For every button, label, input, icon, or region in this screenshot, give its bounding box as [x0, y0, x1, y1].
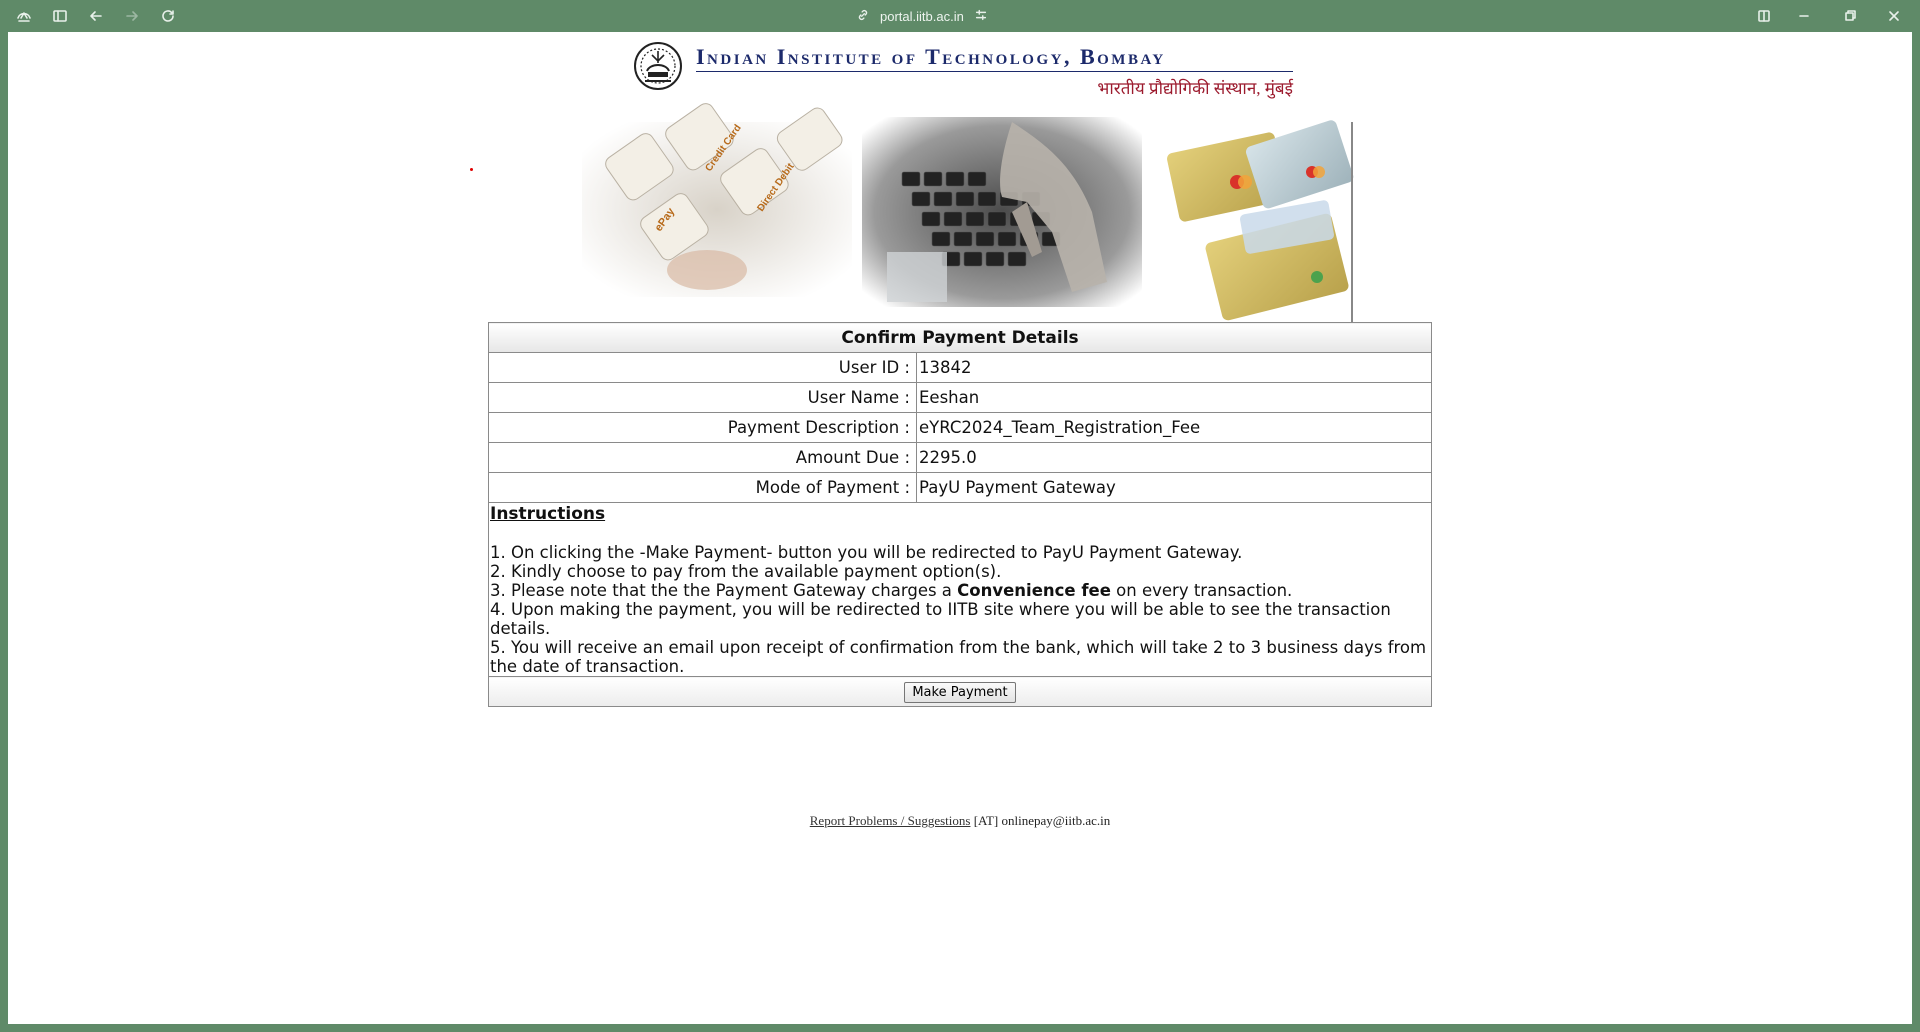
instructions-title: Instructions [490, 504, 606, 524]
table-row: Payment Description : eYRC2024_Team_Regi… [488, 412, 1432, 443]
split-view-icon[interactable] [1754, 6, 1774, 26]
row-value-mode-of-payment: PayU Payment Gateway [916, 472, 1432, 503]
forward-icon[interactable] [122, 6, 142, 26]
row-label-user-name: User Name : [488, 382, 917, 413]
instruction-line-1: 1. On clicking the -Make Payment- button… [490, 543, 1243, 562]
minimize-icon[interactable] [1794, 6, 1814, 26]
row-value-payment-description: eYRC2024_Team_Registration_Fee [916, 412, 1432, 443]
report-problems-link[interactable]: Report Problems / Suggestions [810, 813, 971, 828]
row-value-user-id: 13842 [916, 352, 1432, 383]
header-divider [696, 71, 1293, 72]
reload-icon[interactable] [158, 6, 178, 26]
row-label-mode-of-payment: Mode of Payment : [488, 472, 917, 503]
payment-title: Confirm Payment Details [488, 322, 1432, 353]
url-settings-icon[interactable] [974, 8, 988, 25]
institute-name: Indian Institute of Technology, Bombay [696, 44, 1166, 69]
back-icon[interactable] [86, 6, 106, 26]
iitb-emblem-icon [634, 42, 682, 90]
sidebar-toggle-icon[interactable] [50, 6, 70, 26]
page-viewport: Indian Institute of Technology, Bombay भ… [8, 32, 1912, 1024]
instruction-line-3: 3. Please note that the the Payment Gate… [490, 581, 1430, 600]
address-bar[interactable]: portal.iitb.ac.in [856, 7, 988, 25]
row-label-amount-due: Amount Due : [488, 442, 917, 473]
row-value-amount-due: 2295.0 [916, 442, 1432, 473]
stray-dot [470, 168, 473, 171]
institute-header: Indian Institute of Technology, Bombay भ… [633, 39, 1293, 99]
row-label-user-id: User ID : [488, 352, 917, 383]
row-value-user-name: Eeshan [916, 382, 1432, 413]
row-label-payment-description: Payment Description : [488, 412, 917, 443]
table-row: Mode of Payment : PayU Payment Gateway [488, 472, 1432, 503]
close-icon[interactable] [1884, 6, 1904, 26]
instructions-section: Instructions 1. On clicking the -Make Pa… [488, 502, 1432, 677]
instruction-line-5: 5. You will receive an email upon receip… [490, 638, 1427, 676]
institute-name-hindi: भारतीय प्रौद्योगिकी संस्थान, मुंबई [1097, 79, 1293, 98]
make-payment-button[interactable]: Make Payment [904, 681, 1016, 703]
restore-icon[interactable] [1840, 6, 1860, 26]
browser-toolbar: portal.iitb.ac.in [0, 0, 1920, 32]
link-icon [856, 8, 870, 25]
convenience-fee-text: Convenience fee [957, 581, 1111, 600]
instruction-line-3-pre: 3. Please note that the the Payment Gate… [490, 581, 958, 600]
payment-details-table: Confirm Payment Details User ID : 13842 … [488, 322, 1432, 707]
browser-logo-icon[interactable] [14, 6, 34, 26]
table-row: Amount Due : 2295.0 [488, 442, 1432, 473]
footer: Report Problems / Suggestions [AT] onlin… [8, 813, 1912, 829]
table-row: User Name : Eeshan [488, 382, 1432, 413]
instruction-line-4: 4. Upon making the payment, you will be … [490, 600, 1391, 638]
url-text[interactable]: portal.iitb.ac.in [880, 9, 964, 24]
button-row: Make Payment [488, 676, 1432, 707]
instruction-line-3-post: on every transaction. [1110, 581, 1293, 600]
payment-banner-image: ePay Credit Card Direct Debit [572, 102, 1356, 338]
footer-contact-text: [AT] onlinepay@iitb.ac.in [970, 813, 1111, 828]
instruction-line-2: 2. Kindly choose to pay from the availab… [490, 562, 1002, 581]
table-row: User ID : 13842 [488, 352, 1432, 383]
